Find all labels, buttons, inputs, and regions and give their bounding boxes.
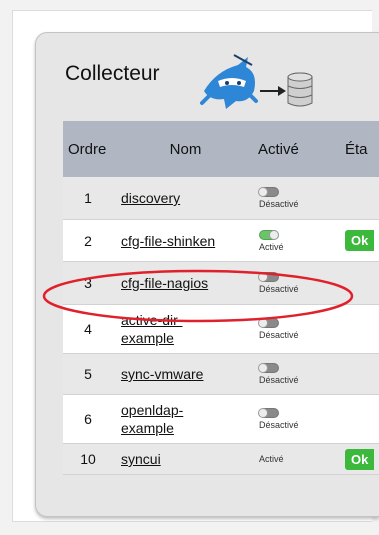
ok-badge: Ok: [345, 448, 375, 470]
status-label: Activé: [259, 241, 284, 252]
row-ordre: 1: [84, 190, 92, 206]
collector-link-cfg-file-nagios[interactable]: cfg-file-nagios: [121, 275, 208, 291]
panel-title: Collecteur: [65, 62, 160, 85]
collector-link-syncui[interactable]: syncui: [121, 451, 161, 467]
row-ordre: 5: [84, 366, 92, 382]
ninja-icon: [200, 54, 258, 109]
collector-panel: Collecteur Ordre Nom Activé Éta 1 discov…: [35, 32, 379, 517]
table-row: 5 sync-vmware Désactivé: [63, 354, 379, 395]
table-row: 2 cfg-file-shinken Activé Ok: [63, 220, 379, 262]
table-row: 3 cfg-file-nagios Désactivé: [63, 262, 379, 305]
enable-toggle[interactable]: [258, 408, 279, 418]
header-ordre[interactable]: Ordre: [63, 141, 113, 158]
table-row: 10 syncui Activé Ok: [63, 444, 379, 475]
status-label: Activé: [259, 454, 284, 464]
header-etat[interactable]: Éta: [343, 141, 379, 158]
row-ordre: 6: [84, 411, 92, 427]
status-label: Désactivé: [259, 330, 299, 340]
enable-toggle[interactable]: [258, 363, 279, 373]
collector-link-cfg-file-shinken[interactable]: cfg-file-shinken: [121, 233, 215, 249]
database-icon: [287, 72, 313, 107]
enable-toggle[interactable]: [258, 272, 279, 282]
table-row: 6 openldap-example Désactivé: [63, 395, 379, 444]
arrow-right-icon: [260, 86, 286, 96]
ok-badge: Ok: [345, 230, 375, 251]
collector-link-sync-vmware[interactable]: sync-vmware: [121, 366, 203, 382]
row-ordre: 10: [80, 451, 96, 467]
collector-table: Ordre Nom Activé Éta 1 discovery Désacti…: [63, 121, 379, 475]
header-nom[interactable]: Nom: [113, 141, 248, 158]
table-row: 1 discovery Désactivé: [63, 177, 379, 220]
row-ordre: 4: [84, 321, 92, 337]
collector-logo-icon: [200, 54, 313, 109]
table-row: 4 active-dir-example Désactivé: [63, 305, 379, 354]
collector-link-openldap-example[interactable]: openldap-example: [121, 401, 201, 437]
collector-link-active-dir-example[interactable]: active-dir-example: [121, 311, 211, 347]
status-label: Désactivé: [259, 284, 299, 294]
enable-toggle[interactable]: [258, 318, 279, 328]
row-ordre: 2: [84, 232, 92, 249]
status-label: Désactivé: [259, 420, 299, 430]
table-header: Ordre Nom Activé Éta: [63, 121, 379, 177]
status-label: Désactivé: [259, 199, 299, 209]
enable-toggle[interactable]: [258, 187, 279, 197]
enable-toggle[interactable]: [259, 229, 279, 240]
collector-link-discovery[interactable]: discovery: [121, 190, 180, 206]
row-ordre: 3: [84, 275, 92, 291]
status-label: Désactivé: [259, 375, 299, 385]
header-active[interactable]: Activé: [248, 141, 343, 158]
